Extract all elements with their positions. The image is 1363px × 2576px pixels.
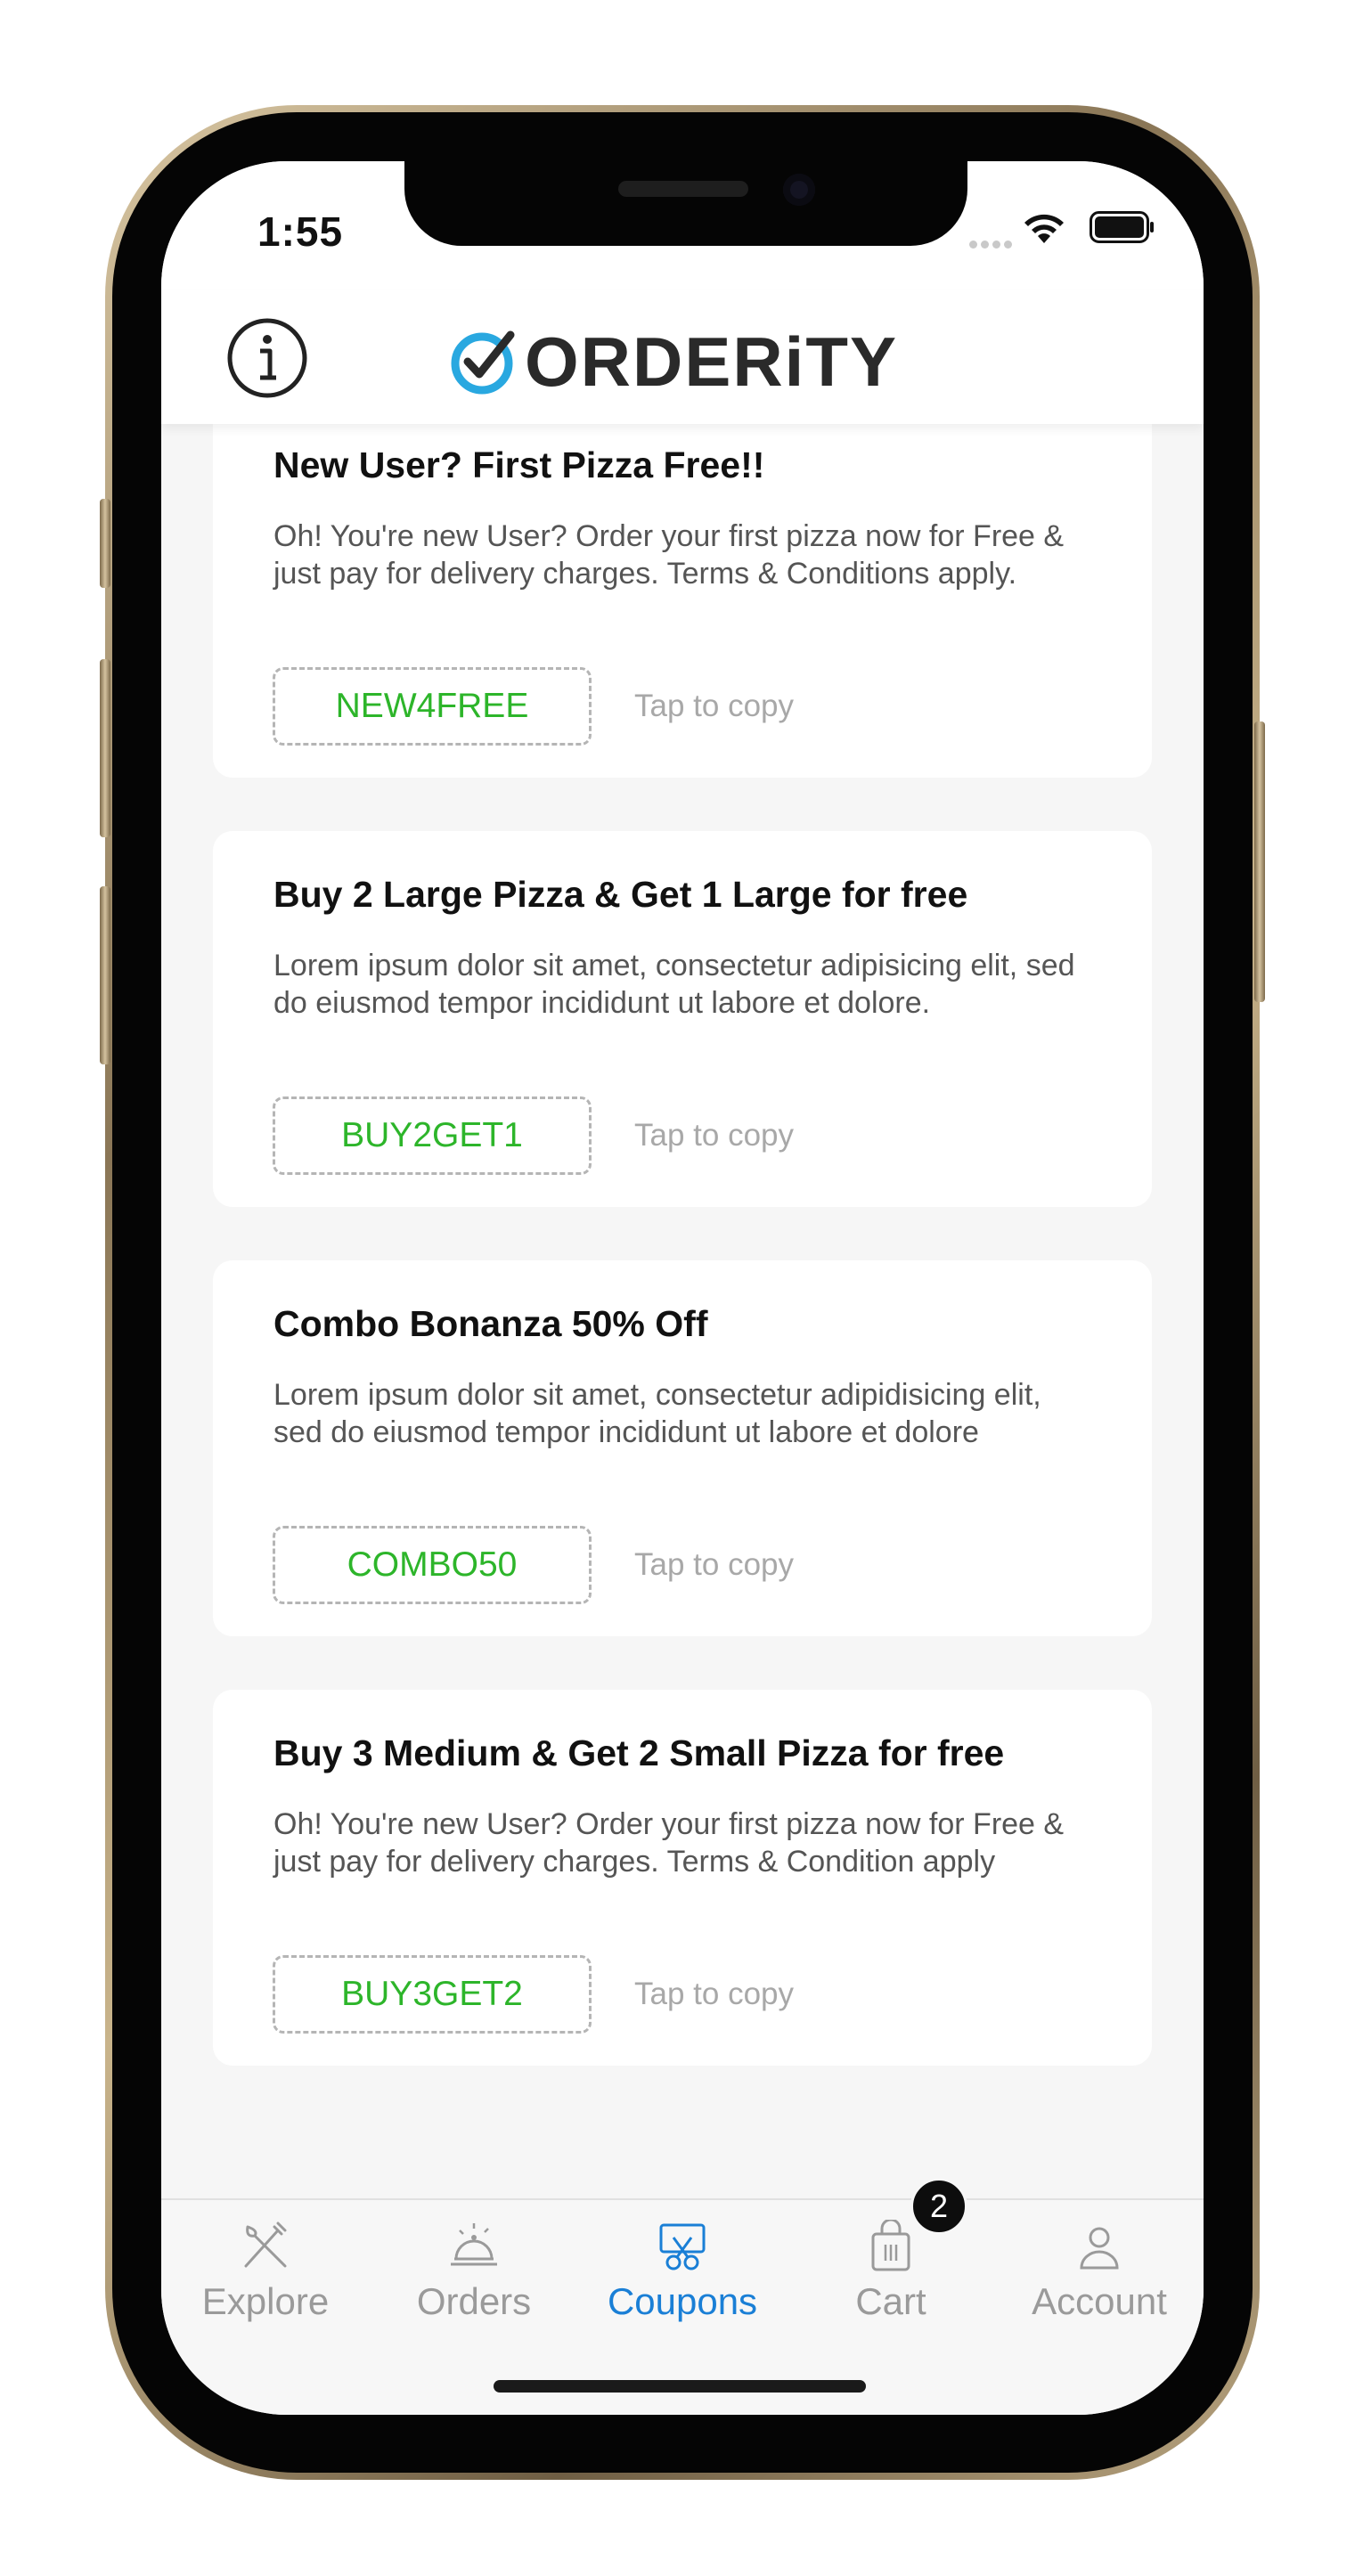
tab-label: Coupons [607,2280,758,2322]
tab-label: Orders [416,2280,532,2322]
shopping-bag-icon [871,2220,910,2271]
info-icon[interactable] [226,317,308,399]
user-icon [1080,2227,1119,2270]
coupon-description: Lorem ipsum dolor sit amet, consectetur … [273,1378,1041,1449]
coupon-description: Lorem ipsum dolor sit amet, consectetur … [273,949,1075,1020]
tab-cart[interactable]: Cart [787,2200,995,2343]
coupon-title: Combo Bonanza 50% Off [273,1303,708,1344]
copy-hint: Tap to copy [634,1547,794,1582]
phone-screen: 1:55 ORDERiTY New User? First Pizza Free… [161,161,1204,2415]
volume-down-button [100,886,110,1064]
app-logo: ORDERiTY [448,322,898,401]
copy-hint: Tap to copy [634,1977,794,2011]
coupon-card: New User? First Pizza Free!! Oh! You're … [213,402,1152,778]
front-camera [783,174,815,206]
power-button [1254,721,1265,1002]
fork-knife-icon [244,2221,287,2268]
coupon-code-button[interactable]: BUY2GET1 [273,1096,592,1175]
tab-orders[interactable]: Orders [370,2200,578,2343]
logo-text: ORDERiTY [525,322,899,401]
coupon-card: Buy 2 Large Pizza & Get 1 Large for free… [213,831,1152,1207]
cloche-icon [451,2223,497,2266]
tab-label: Explore [201,2280,330,2322]
volume-up-button [100,659,110,837]
coupon-code-button[interactable]: NEW4FREE [273,667,592,746]
mute-switch [100,499,110,588]
coupon-card: Buy 3 Medium & Get 2 Small Pizza for fre… [213,1690,1152,2066]
status-time: 1:55 [257,208,344,255]
coupon-code-button[interactable]: BUY3GET2 [273,1955,592,2034]
camera-notch [404,161,967,246]
coupon-title: New User? First Pizza Free!! [273,444,765,485]
speaker-grille [618,181,748,197]
coupon-code-button[interactable]: COMBO50 [273,1526,592,1604]
cart-badge: 2 [910,2178,967,2235]
tab-coupons[interactable]: Coupons [578,2200,787,2343]
home-indicator[interactable] [494,2380,866,2393]
tab-explore[interactable]: Explore [161,2200,370,2343]
coupon-title: Buy 3 Medium & Get 2 Small Pizza for fre… [273,1732,1005,1773]
cellular-signal-icon [969,237,1016,253]
tab-label: Cart [855,2280,926,2322]
checkmark-logo-icon [451,330,515,395]
coupon-description: Oh! You're new User? Order your first pi… [273,519,1065,591]
copy-hint: Tap to copy [634,1118,794,1153]
coupon-description: Oh! You're new User? Order your first pi… [273,1807,1065,1879]
wifi-icon [1024,214,1064,243]
coupon-list[interactable]: New User? First Pizza Free!! Oh! You're … [161,402,1204,2165]
tab-label: Account [1032,2280,1167,2322]
battery-icon [1090,211,1154,243]
copy-hint: Tap to copy [634,689,794,723]
tab-account[interactable]: Account [995,2200,1204,2343]
app-header: ORDERiTY [161,290,1204,424]
coupon-card: Combo Bonanza 50% Off Lorem ipsum dolor … [213,1260,1152,1636]
coupon-scissors-icon [659,2223,706,2270]
coupon-title: Buy 2 Large Pizza & Get 1 Large for free [273,874,968,915]
